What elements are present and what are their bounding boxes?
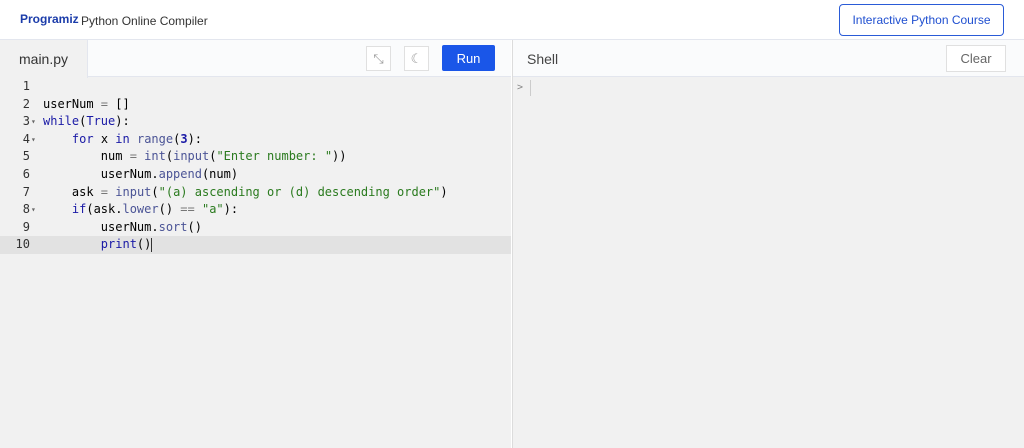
header: Programiz Python Online Compiler Interac…	[0, 0, 1024, 40]
code-token: ))	[332, 149, 347, 164]
code-token: x	[93, 131, 116, 146]
line-code: userNum = []	[43, 96, 130, 114]
code-token: if	[71, 202, 87, 217]
code-token: (	[151, 184, 159, 199]
code-token: ()	[136, 237, 152, 252]
code-token: int	[144, 149, 166, 164]
code-token: )	[440, 184, 448, 199]
code-token: append	[158, 166, 202, 181]
shell-toolbar: Shell Clear	[513, 40, 1024, 77]
code-token: while	[43, 114, 80, 129]
editor-toolbar: main.py ⤡ ☾ Run	[0, 40, 511, 78]
code-line[interactable]: 2 userNum = []	[0, 96, 511, 114]
code-token: ()	[187, 219, 202, 234]
code-token: "Enter number: "	[216, 149, 333, 164]
code-token: in	[115, 131, 130, 146]
line-code: userNum.append(num)	[43, 166, 238, 184]
code-line[interactable]: 3 ▾ while(True):	[0, 113, 511, 131]
line-number: 5	[22, 149, 30, 164]
code-line[interactable]: 5 num = int(input("Enter number: "))	[0, 148, 511, 166]
code-line[interactable]: 10 print()	[0, 236, 511, 254]
code-line[interactable]: 4 ▾ for x in range(3):	[0, 131, 511, 149]
code-token: print	[100, 237, 137, 252]
shell-input[interactable]	[530, 80, 531, 96]
code-line[interactable]: 7 ask = input("(a) ascending or (d) desc…	[0, 184, 511, 202]
code-token: =	[129, 149, 137, 164]
code-token: sort	[158, 219, 188, 234]
line-number: 6	[22, 166, 30, 181]
code-token: ):	[187, 131, 203, 146]
shell-title: Shell	[527, 51, 559, 67]
line-number: 4	[22, 131, 30, 146]
line-code: if(ask.lower() == "a"):	[43, 201, 238, 219]
code-token: (num)	[201, 166, 239, 181]
fold-arrow-icon[interactable]: ▾	[31, 131, 36, 149]
text-cursor	[151, 237, 153, 252]
fold-arrow-icon[interactable]: ▾	[31, 113, 36, 131]
code-token: (ask.	[86, 202, 123, 217]
code-token: ()	[158, 202, 181, 217]
code-token: userNum.	[43, 219, 159, 234]
code-token: "a"	[201, 202, 224, 217]
run-button[interactable]: Run	[442, 45, 495, 71]
line-number: 10	[15, 237, 30, 252]
tab-main-py[interactable]: main.py	[0, 40, 88, 78]
code-token: =	[100, 96, 109, 111]
line-number: 3	[22, 114, 30, 129]
interactive-python-course-button[interactable]: Interactive Python Course	[839, 4, 1004, 36]
line-number: 2	[22, 96, 30, 111]
code-token: True	[86, 114, 116, 129]
code-token: input	[173, 149, 210, 164]
line-code: ask = input("(a) ascending or (d) descen…	[43, 184, 448, 202]
code-token: =	[100, 184, 109, 199]
code-token: ask	[43, 184, 101, 199]
code-line[interactable]: 6 userNum.append(num)	[0, 166, 511, 184]
code-token: ==	[180, 202, 195, 217]
compress-icon[interactable]: ⤡	[366, 46, 391, 71]
code-line[interactable]: 8 ▾ if(ask.lower() == "a"):	[0, 201, 511, 219]
line-code: while(True):	[43, 113, 130, 131]
code-token: num	[43, 149, 130, 164]
code-line[interactable]: 1	[0, 78, 511, 96]
line-code: num = int(input("Enter number: "))	[43, 148, 347, 166]
code-token: []	[108, 96, 130, 111]
code-token: userNum	[43, 96, 101, 111]
shell-panel: Shell Clear >	[512, 40, 1024, 448]
line-number: 8	[22, 202, 30, 217]
programiz-logo[interactable]: Programiz	[20, 12, 79, 26]
code-token: for	[71, 131, 94, 146]
line-number: 7	[22, 184, 30, 199]
line-code: print()	[43, 236, 153, 254]
clear-button[interactable]: Clear	[946, 45, 1006, 72]
code-token: input	[115, 184, 152, 199]
code-token: (	[165, 149, 174, 164]
fold-arrow-icon[interactable]: ▾	[31, 201, 36, 219]
code-token: "(a) ascending or (d) descending order"	[158, 184, 441, 199]
shell-prompt: >	[517, 82, 524, 93]
code-token: 3	[180, 131, 188, 146]
line-number: 9	[22, 219, 30, 234]
code-token: range	[136, 131, 174, 146]
code-token: ):	[223, 202, 239, 217]
line-code: userNum.sort()	[43, 219, 202, 237]
code-token: ):	[115, 114, 130, 129]
editor-panel: main.py ⤡ ☾ Run 1 2 userNum = [] 3 ▾ while(Tr…	[0, 40, 511, 448]
code-line[interactable]: 9 userNum.sort()	[0, 219, 511, 237]
line-number: 1	[22, 79, 30, 93]
code-token: lower	[122, 202, 159, 217]
moon-icon[interactable]: ☾	[404, 46, 429, 71]
app-title: Python Online Compiler	[81, 14, 208, 28]
line-code: for x in range(3):	[43, 131, 202, 149]
code-editor[interactable]: 1 2 userNum = [] 3 ▾ while(True): 4 ▾ for x in …	[0, 78, 511, 254]
code-token: userNum.	[43, 166, 159, 181]
